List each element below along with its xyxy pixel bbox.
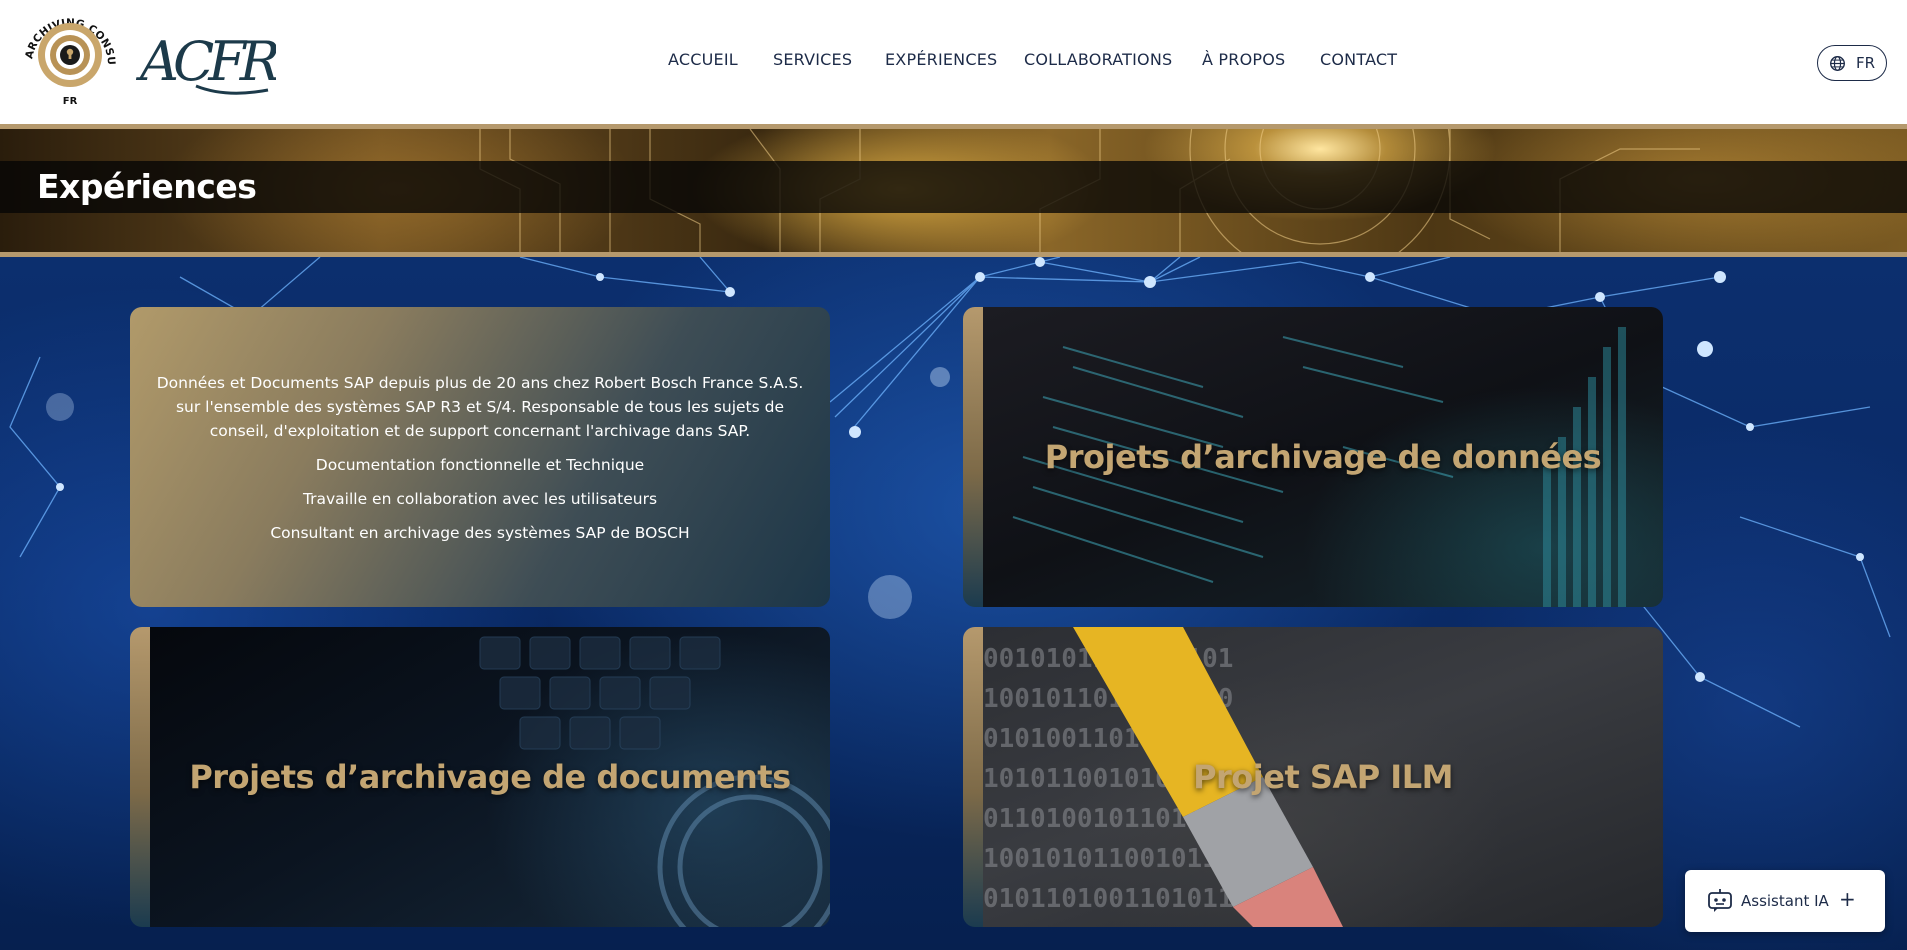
svg-text:ACFR: ACFR	[136, 30, 276, 93]
card-sap-ilm-project[interactable]: 0010101100110101 1001011010010110 010100…	[963, 627, 1663, 927]
card-accent-bar	[963, 627, 983, 927]
card-document-archiving-projects[interactable]: Projets d’archivage de documents	[130, 627, 830, 927]
card-accent-bar	[130, 627, 150, 927]
card-heading: Projets d’archivage de documents	[189, 758, 791, 796]
emblem-text-bottom: FR	[63, 96, 78, 107]
globe-icon	[1829, 55, 1845, 71]
card-heading: Projet SAP ILM	[1193, 758, 1453, 796]
card-data-archiving-projects[interactable]: Projets d’archivage de données	[963, 307, 1663, 607]
banner-title-strip	[0, 161, 1907, 213]
archiving-consulting-emblem-logo[interactable]: ARCHIVING CONSULTING FR	[18, 8, 122, 108]
acfr-wordmark-logo[interactable]: ACFR	[136, 18, 276, 110]
nav-a-propos[interactable]: À PROPOS	[1202, 50, 1285, 69]
card-accent-bar	[963, 307, 983, 607]
nav-services[interactable]: SERVICES	[773, 50, 852, 69]
summary-line: Consultant en archivage des systèmes SAP…	[270, 524, 690, 542]
page-title: Expériences	[37, 167, 257, 206]
nav-collaborations[interactable]: COLLABORATIONS	[1024, 50, 1172, 69]
expand-plus-icon[interactable]: +	[1839, 887, 1856, 911]
site-header: ARCHIVING CONSULTING FR ACFR ACCUEIL SER…	[0, 0, 1907, 129]
robot-chat-icon	[1708, 889, 1732, 912]
summary-line: Travaille en collaboration avec les util…	[302, 490, 658, 508]
card-heading: Projets d’archivage de données	[1044, 438, 1602, 476]
nav-accueil[interactable]: ACCUEIL	[668, 50, 738, 69]
summary-paragraph: Données et Documents SAP depuis plus de …	[156, 374, 804, 440]
ai-assistant-button[interactable]: Assistant IA +	[1685, 870, 1885, 932]
page-banner: Expériences	[0, 129, 1907, 252]
assistant-label: Assistant IA	[1741, 892, 1829, 910]
language-selector[interactable]: FR	[1817, 45, 1887, 81]
experience-summary-card: Données et Documents SAP depuis plus de …	[130, 307, 830, 607]
nav-experiences[interactable]: EXPÉRIENCES	[885, 50, 997, 69]
nav-contact[interactable]: CONTACT	[1320, 50, 1397, 69]
language-label: FR	[1855, 54, 1876, 72]
summary-line: Documentation fonctionnelle et Technique	[315, 456, 645, 474]
